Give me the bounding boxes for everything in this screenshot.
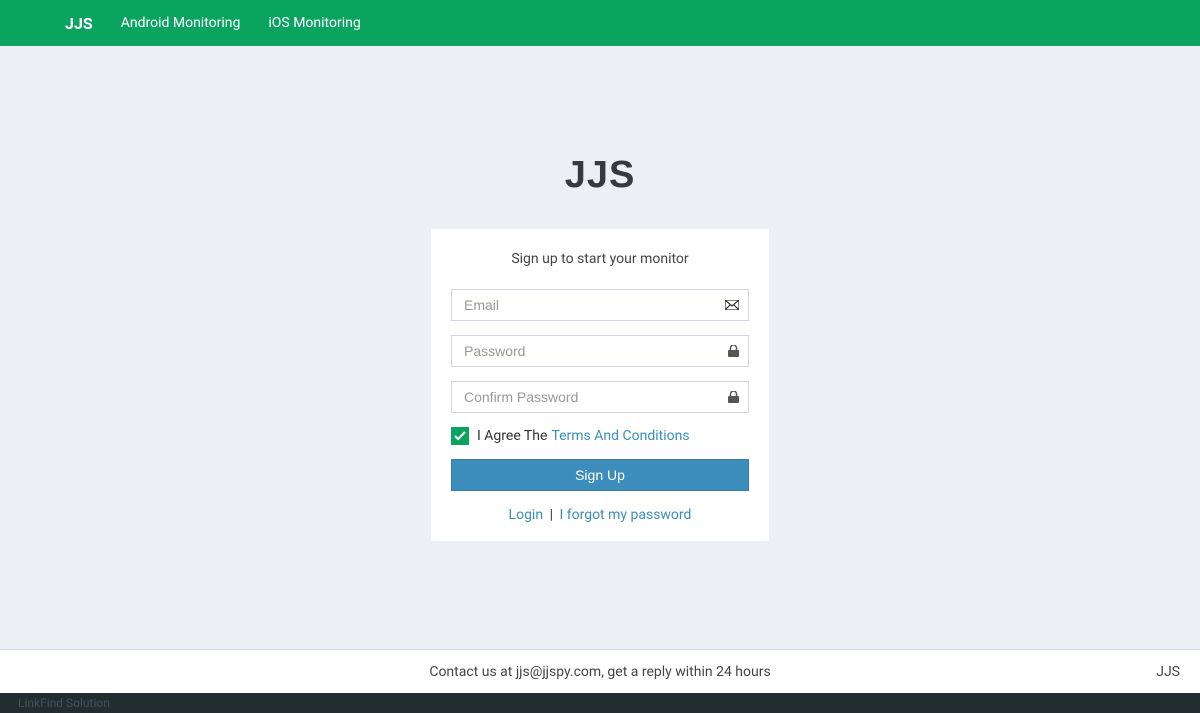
confirm-password-group bbox=[451, 381, 749, 413]
email-group bbox=[451, 289, 749, 321]
password-group bbox=[451, 335, 749, 367]
signup-button[interactable]: Sign Up bbox=[451, 459, 749, 491]
navbar-brand[interactable]: JJS bbox=[65, 14, 93, 33]
nav-link-android[interactable]: Android Monitoring bbox=[121, 15, 241, 31]
email-input[interactable] bbox=[451, 289, 749, 321]
bottom-bar: LinkFind Solution bbox=[0, 693, 1200, 713]
signup-card: Sign up to start your monitor bbox=[431, 229, 769, 541]
confirm-password-input[interactable] bbox=[451, 381, 749, 413]
password-input[interactable] bbox=[451, 335, 749, 367]
agree-checkbox[interactable] bbox=[451, 427, 469, 445]
lock-icon bbox=[728, 345, 739, 357]
separator: | bbox=[550, 507, 553, 523]
nav-link-ios[interactable]: iOS Monitoring bbox=[268, 15, 360, 31]
footer-brand: JJS bbox=[1156, 664, 1180, 680]
main-content: JJS Sign up to start your monitor bbox=[0, 46, 1200, 649]
links-row: Login | I forgot my password bbox=[451, 507, 749, 523]
footer: Contact us at jjs@jjspy.com, get a reply… bbox=[0, 649, 1200, 693]
login-link[interactable]: Login bbox=[509, 507, 544, 523]
bottom-bar-text: LinkFind Solution bbox=[18, 696, 110, 710]
card-subtitle: Sign up to start your monitor bbox=[451, 251, 749, 267]
lock-icon bbox=[728, 391, 739, 403]
forgot-password-link[interactable]: I forgot my password bbox=[559, 507, 691, 523]
page-logo: JJS bbox=[565, 154, 636, 197]
terms-link[interactable]: Terms And Conditions bbox=[551, 428, 689, 444]
navbar: JJS Android Monitoring iOS Monitoring bbox=[0, 0, 1200, 46]
agree-row: I Agree The Terms And Conditions bbox=[451, 427, 749, 445]
footer-contact: Contact us at jjs@jjspy.com, get a reply… bbox=[429, 664, 770, 680]
envelope-icon bbox=[725, 300, 739, 310]
agree-label: I Agree The bbox=[477, 428, 547, 444]
